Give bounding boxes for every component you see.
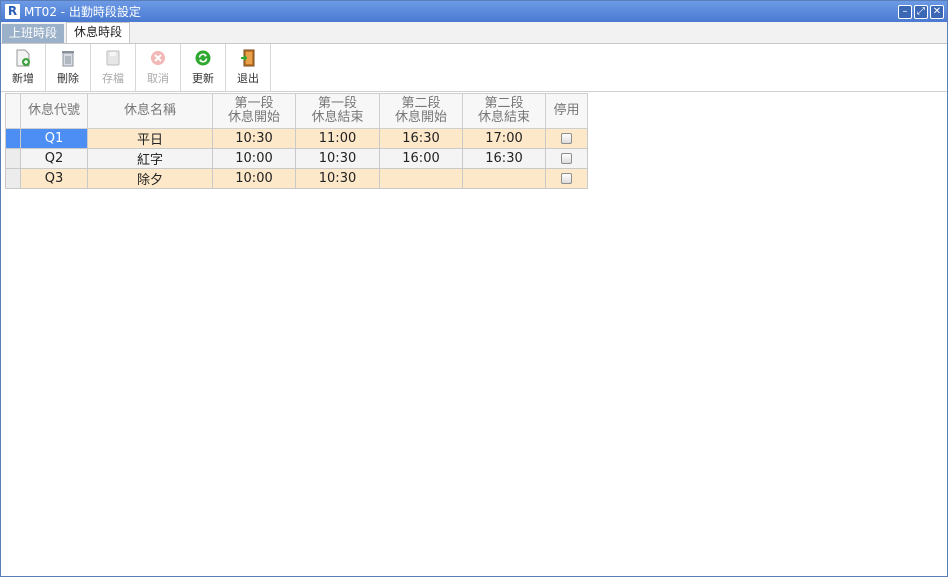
save-button-label: 存檔 — [102, 72, 124, 85]
title-bar: R MT02 - 出勤時段設定 – ⤢ ✕ — [1, 1, 947, 22]
minimize-icon[interactable]: – — [898, 4, 912, 19]
cancel-button-label: 取消 — [147, 72, 169, 85]
delete-button-label: 刪除 — [57, 72, 79, 85]
cell-break1-start[interactable]: 10:00 — [212, 168, 296, 189]
cell-break1-start[interactable]: 10:30 — [212, 128, 296, 149]
toolbar: 新增 刪除 存檔 取消 更新 退出 — [1, 44, 947, 92]
cell-break2-start[interactable] — [379, 168, 463, 189]
col-header-code[interactable]: 休息代號 — [20, 93, 88, 129]
col-header-break2-start-l1: 第二段 — [401, 96, 441, 111]
new-button-label: 新增 — [12, 72, 34, 85]
col-header-break2-start[interactable]: 第二段 休息開始 — [379, 93, 463, 129]
refresh-icon — [195, 50, 211, 66]
col-header-name[interactable]: 休息名稱 — [87, 93, 213, 129]
exit-button[interactable]: 退出 — [226, 44, 271, 91]
col-header-break1-end-l1: 第一段 — [317, 96, 357, 111]
cell-name[interactable]: 紅字 — [87, 148, 213, 169]
disabled-checkbox[interactable] — [561, 173, 572, 184]
table-row[interactable]: Q3 除夕 10:00 10:30 — [5, 168, 588, 189]
cell-disabled[interactable] — [545, 168, 588, 189]
new-button[interactable]: 新增 — [1, 44, 46, 91]
cell-break1-end[interactable]: 10:30 — [295, 168, 380, 189]
cell-name[interactable]: 平日 — [87, 128, 213, 149]
close-icon[interactable]: ✕ — [930, 4, 944, 19]
col-header-break1-end[interactable]: 第一段 休息結束 — [295, 93, 380, 129]
table-row[interactable]: Q2 紅字 10:00 10:30 16:00 16:30 — [5, 148, 588, 169]
delete-button[interactable]: 刪除 — [46, 44, 91, 91]
col-header-break1-end-l2: 休息結束 — [311, 110, 364, 125]
app-logo-icon: R — [5, 4, 20, 19]
new-document-icon — [16, 49, 30, 67]
cell-break2-start[interactable]: 16:00 — [379, 148, 463, 169]
window-controls: – ⤢ ✕ — [898, 4, 944, 19]
disabled-checkbox[interactable] — [561, 153, 572, 164]
cell-break2-start[interactable]: 16:30 — [379, 128, 463, 149]
cell-break2-end[interactable]: 16:30 — [462, 148, 546, 169]
tab-break-periods[interactable]: 休息時段 — [66, 22, 131, 43]
tab-strip: 上班時段 休息時段 — [1, 22, 947, 44]
break-periods-grid: 休息代號 休息名稱 第一段 休息開始 第一段 休息結束 第二段 休息開始 第二段 休息結… — [5, 93, 588, 189]
col-header-break2-start-l2: 休息開始 — [394, 110, 447, 125]
table-row[interactable]: Q1 平日 10:30 11:00 16:30 17:00 — [5, 128, 588, 149]
grid-header-row: 休息代號 休息名稱 第一段 休息開始 第一段 休息結束 第二段 休息開始 第二段 休息結… — [5, 93, 588, 129]
cell-break1-end[interactable]: 10:30 — [295, 148, 380, 169]
cell-break2-end[interactable] — [462, 168, 546, 189]
maximize-icon[interactable]: ⤢ — [914, 4, 928, 19]
row-header-corner — [5, 93, 21, 129]
tab-work-periods[interactable]: 上班時段 — [2, 24, 65, 43]
cell-break1-end[interactable]: 11:00 — [295, 128, 380, 149]
cell-code[interactable]: Q3 — [20, 168, 88, 189]
exit-button-label: 退出 — [237, 72, 259, 85]
row-header[interactable] — [5, 148, 21, 169]
save-icon — [106, 50, 120, 66]
col-header-break2-end-l2: 休息結束 — [477, 110, 530, 125]
col-header-disabled[interactable]: 停用 — [545, 93, 588, 129]
col-header-break1-start-l1: 第一段 — [234, 96, 274, 111]
col-header-break1-start-l2: 休息開始 — [227, 110, 280, 125]
row-header[interactable] — [5, 128, 21, 149]
col-header-break2-end[interactable]: 第二段 休息結束 — [462, 93, 546, 129]
cell-name[interactable]: 除夕 — [87, 168, 213, 189]
cell-break2-end[interactable]: 17:00 — [462, 128, 546, 149]
cancel-icon — [151, 51, 165, 65]
refresh-button[interactable]: 更新 — [181, 44, 226, 91]
cell-disabled[interactable] — [545, 128, 588, 149]
app-window: R MT02 - 出勤時段設定 – ⤢ ✕ 上班時段 休息時段 新增 刪除 存檔… — [0, 0, 948, 577]
refresh-button-label: 更新 — [192, 72, 214, 85]
cell-code[interactable]: Q2 — [20, 148, 88, 169]
col-header-break2-end-l1: 第二段 — [484, 96, 524, 111]
disabled-checkbox[interactable] — [561, 133, 572, 144]
trash-icon — [62, 51, 74, 67]
save-button[interactable]: 存檔 — [91, 44, 136, 91]
cell-break1-start[interactable]: 10:00 — [212, 148, 296, 169]
cell-code[interactable]: Q1 — [20, 128, 88, 149]
exit-door-icon — [241, 49, 255, 67]
cell-disabled[interactable] — [545, 148, 588, 169]
col-header-break1-start[interactable]: 第一段 休息開始 — [212, 93, 296, 129]
window-title: MT02 - 出勤時段設定 — [24, 5, 141, 19]
cancel-button[interactable]: 取消 — [136, 44, 181, 91]
row-header[interactable] — [5, 168, 21, 189]
